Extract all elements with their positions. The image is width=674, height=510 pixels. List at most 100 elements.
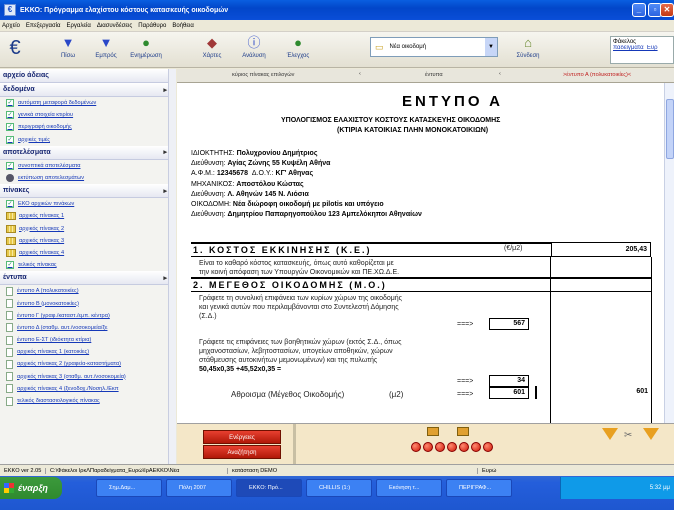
aux-area-formula[interactable]: 50,45x0,35 +45,52x0,35 = <box>199 365 281 374</box>
taskbar-item[interactable]: Εκόνηση τ... <box>376 479 442 497</box>
form-document: ΕΝΤΥΠΟ Α ΥΠΟΛΟΓΙΣΜΟΣ ΕΛΑΧΙΣΤΟΥ ΚΟΣΤΟΥΣ Κ… <box>177 83 664 423</box>
taskbar: έναρξη Σημ.Δαμ... Πόλη 2007 EKKO: Πρό...… <box>0 476 674 510</box>
tools-icon[interactable]: ✂ <box>624 430 636 441</box>
check-icon: ✓ <box>6 135 14 144</box>
section-1-value[interactable]: 205,43 <box>551 242 651 257</box>
document-icon <box>6 299 13 309</box>
forward-button[interactable]: ▼ Εμπρός <box>84 34 128 66</box>
sum-label: Αθροισμα (Μέγεθος Οικοδομής) <box>231 390 345 399</box>
sidebar-item[interactable]: ✓ γενικά στοιχεία κτιρίου <box>0 109 175 121</box>
sidebar-item[interactable]: ✓ τελικός πίνακας <box>0 259 175 271</box>
page-dot-icon[interactable] <box>483 442 493 452</box>
nav-prev-icon[interactable] <box>427 427 439 436</box>
page-dot-icon[interactable] <box>411 442 421 452</box>
toolbar: € ▼ Πίσω ▼ Εμπρός ● Ενημέρωση ◆ Χάρτες ⓘ Ανάλ… <box>0 32 674 68</box>
table-icon <box>6 212 16 221</box>
menu-links[interactable]: Διασυνδέσεις <box>97 23 132 29</box>
connect-icon: ⌂ <box>524 35 532 50</box>
page-dot-icon[interactable] <box>435 442 445 452</box>
update-button[interactable]: ● Ενημέρωση <box>124 34 168 66</box>
sidebar-section-license[interactable]: αρχείο άδειας <box>0 69 175 83</box>
sidebar-item[interactable]: τελικός διαστασιολογικός πίνακας <box>0 395 175 407</box>
sidebar-item[interactable]: έντυπο Β (μονοκατοικίες) <box>0 297 175 309</box>
tab-form-a[interactable]: >έντυπο Α (πολυκατοικίες)< <box>563 72 631 78</box>
menu-help[interactable]: Βοήθεια <box>172 23 194 29</box>
sidebar-item[interactable]: αρχικός πίνακας 2 <box>0 223 175 235</box>
sidebar-item[interactable]: αρχικός πίνακας 4 (ξενοδοχ./Νοσηλ./Εκπ <box>0 383 175 395</box>
sidebar-item[interactable]: εκτύπωση αποτελεσμάτων <box>0 172 175 184</box>
check-button[interactable]: ● Έλεγχος <box>276 34 320 66</box>
form-title: ΕΝΤΥΠΟ Α <box>402 93 503 110</box>
sidebar-item[interactable]: ✓ περιγραφή οικοδομής <box>0 121 175 133</box>
sidebar-item[interactable]: αρχικός πίνακας 3 <box>0 235 175 247</box>
close-button[interactable]: ✕ <box>660 3 674 17</box>
sidebar-section-data[interactable]: δεδομένα ▸ <box>0 83 175 97</box>
sidebar-item[interactable]: αρχικός πίνακας 3 (σταθμ. αυτ./νοσοκομεί… <box>0 371 175 383</box>
taskbar-item[interactable]: ΠΕΡΙΓΡΑΦ... <box>446 479 512 497</box>
tab-forms[interactable]: έντυπα <box>425 72 443 78</box>
sidebar-item[interactable]: αρχικός πίνακας 2 (γραφεία-καταστήματα) <box>0 358 175 370</box>
menu-edit[interactable]: Επεξεργασία <box>26 23 61 29</box>
sidebar-item[interactable]: ✓ αρχικές τιμές <box>0 134 175 146</box>
menu-window[interactable]: Παράθυρο <box>138 23 166 29</box>
taskbar-item[interactable]: Πόλη 2007 <box>166 479 232 497</box>
app-icon: € <box>4 4 16 16</box>
analysis-button[interactable]: ⓘ Ανάλυση <box>232 34 276 66</box>
sidebar-item[interactable]: ✓ συνοπτικά αποτελέσματα <box>0 160 175 172</box>
sidebar-section-results[interactable]: αποτελέσματα ▸ <box>0 145 175 160</box>
start-button[interactable]: έναρξη <box>0 477 62 499</box>
column-divider <box>651 257 652 423</box>
connect-button[interactable]: ⌂ Σύνδεση <box>508 34 548 66</box>
taskbar-item[interactable]: EKKO: Πρό... <box>236 479 302 497</box>
menu-tools[interactable]: Εργαλεία <box>67 23 91 29</box>
section-1-text: την κοινή απόφαση των Υπουργών Οικονομικ… <box>199 269 400 276</box>
check-icon: ✓ <box>6 261 14 270</box>
folder-field[interactable]: Φάκελος παδείγματα_Ευρ <box>610 36 674 64</box>
sidebar-section-tables[interactable]: πίνακες ▸ <box>0 184 175 199</box>
page-dot-icon[interactable] <box>459 442 469 452</box>
sum-unit: (μ2) <box>389 390 404 399</box>
main-area-input[interactable]: 567 <box>489 318 529 330</box>
page-dot-icon[interactable] <box>447 442 457 452</box>
document-scrollbar[interactable] <box>664 83 674 423</box>
minimize-button[interactable]: _ <box>632 3 646 17</box>
sidebar-item[interactable]: ✓ ΕΚΟ αρχικών πινάκων <box>0 198 175 210</box>
sidebar-item[interactable]: έντυπο Δ (σταθμ. αυτ./νοσοκομεία/ξε <box>0 322 175 334</box>
status-currency: Ευρώ <box>482 467 497 474</box>
chevron-left-icon[interactable]: ‹ <box>359 71 361 77</box>
maps-button[interactable]: ◆ Χάρτες <box>190 34 234 66</box>
status-mode: κατάσταση DEMO <box>228 467 478 474</box>
sidebar-item[interactable]: αρχικός πίνακας 1 <box>0 210 175 222</box>
taskbar-item[interactable]: CHILLIS (1:) <box>306 479 372 497</box>
form-subtitle-2: (ΚΤΙΡΙΑ ΚΑΤΟΙΚΙΑΣ ΠΛΗΝ ΜΟΝΟΚΑΤΟΙΚΙΩΝ) <box>337 127 489 134</box>
page-dot-icon[interactable] <box>423 442 433 452</box>
windows-logo-icon <box>4 483 14 493</box>
chevron-left-icon[interactable]: ‹ <box>499 71 501 77</box>
arrow-label: ===> <box>457 321 474 328</box>
sidebar-item[interactable]: ✓ αυτόματη μεταφορά δεδομένων <box>0 97 175 109</box>
print-icon <box>6 174 14 183</box>
sidebar-item[interactable]: έντυπο Α (πολυκατοικίες) <box>0 285 175 297</box>
down-triangle-icon[interactable] <box>602 428 618 440</box>
scroll-thumb[interactable] <box>666 99 674 159</box>
actions-button[interactable]: Ενέργειες <box>203 430 281 444</box>
page-dot-icon[interactable] <box>471 442 481 452</box>
sidebar-item[interactable]: έντυπο Ε-ΣΤ (ιδιόκτητα κτίρια) <box>0 334 175 346</box>
menu-file[interactable]: Αρχείο <box>2 23 20 29</box>
sidebar-item[interactable]: έντυπο Γ (γραφ./καταστ./εμπ. κέντρα) <box>0 310 175 322</box>
sidebar-item[interactable]: αρχικός πίνακας 1 (κατοικίες) <box>0 346 175 358</box>
down-triangle-icon[interactable] <box>643 428 659 440</box>
chevron-right-icon: ▸ <box>163 86 167 94</box>
building-select[interactable]: ▭ Νέα οικοδομή ▼ <box>370 37 498 57</box>
document-icon <box>6 323 13 333</box>
sidebar-section-forms[interactable]: έντυπα ▸ <box>0 271 175 286</box>
check-icon: ✓ <box>6 123 14 132</box>
search-button[interactable]: Αναζήτηση <box>203 445 281 459</box>
aux-area-input[interactable]: 34 <box>489 375 529 387</box>
nav-next-icon[interactable] <box>457 427 469 436</box>
taskbar-item[interactable]: Σημ.Δαμ... <box>96 479 162 497</box>
sidebar-scrollbar[interactable] <box>168 69 176 464</box>
tab-main-menu[interactable]: κύριος πίνακας επιλογών <box>232 72 294 78</box>
sidebar-item[interactable]: αρχικός πίνακας 4 <box>0 247 175 259</box>
check-icon: ✓ <box>6 99 14 108</box>
